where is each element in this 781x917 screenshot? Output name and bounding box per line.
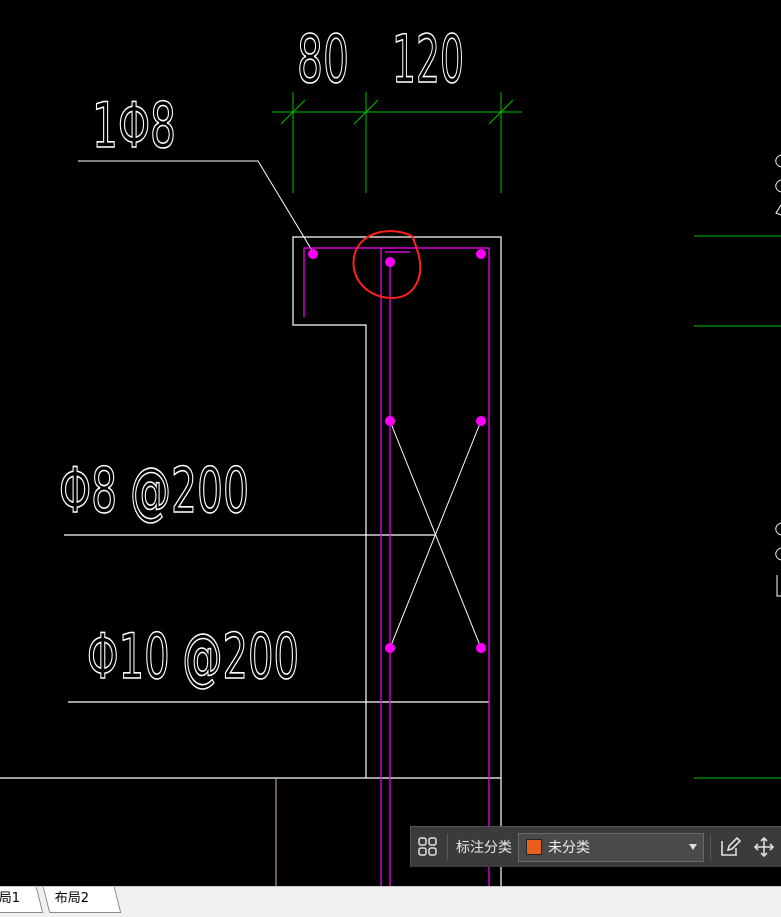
move-icon — [753, 836, 775, 858]
chevron-down-icon — [689, 843, 697, 850]
toolbar-divider — [710, 834, 711, 860]
toolbar-divider — [447, 834, 448, 860]
dim-text-120: 120 — [392, 21, 464, 98]
tab-layout-1[interactable]: 局1 — [0, 887, 44, 913]
section-outline — [0, 236, 502, 886]
tie-label: Φ10 @200 — [87, 620, 299, 693]
layout-grid-icon — [418, 837, 437, 856]
partial-symbols-right — [775, 154, 781, 597]
bar-leader-line — [78, 160, 317, 258]
rebar-dot — [385, 416, 395, 426]
stirrup-label: Φ8 @200 — [59, 454, 249, 527]
dim-text-80: 80 — [297, 21, 349, 98]
stirrup-lines — [303, 247, 490, 886]
rebar-dots — [308, 249, 486, 653]
move-button[interactable] — [747, 827, 781, 868]
rebar-dot — [385, 257, 395, 267]
category-dropdown-value: 未分类 — [548, 840, 590, 856]
category-label: 标注分类 — [456, 840, 512, 856]
layout-grid-button[interactable] — [411, 827, 445, 868]
tab-layout-2[interactable]: 布局2 — [42, 887, 122, 913]
bar-label: 1Φ8 — [92, 89, 176, 162]
annotation-toolbar: 标注分类 未分类 — [410, 826, 781, 867]
tab-label: 布局2 — [54, 891, 90, 906]
edit-icon — [721, 836, 742, 856]
dimension-lines — [272, 92, 781, 779]
rebar-dot — [476, 416, 486, 426]
rebar-dot — [476, 643, 486, 653]
rebar-dot — [308, 249, 318, 259]
layout-tab-bar: 局1 布局2 — [0, 886, 781, 917]
edit-button[interactable] — [713, 827, 747, 868]
category-color-swatch — [526, 839, 542, 855]
cad-drawing-canvas[interactable]: 80 120 1Φ8 Φ8 @200 Φ10 @200 — [0, 0, 781, 917]
tab-label: 局1 — [0, 891, 21, 906]
category-dropdown[interactable]: 未分类 — [518, 832, 704, 862]
rebar-dot — [476, 249, 486, 259]
rebar-dot — [385, 643, 395, 653]
